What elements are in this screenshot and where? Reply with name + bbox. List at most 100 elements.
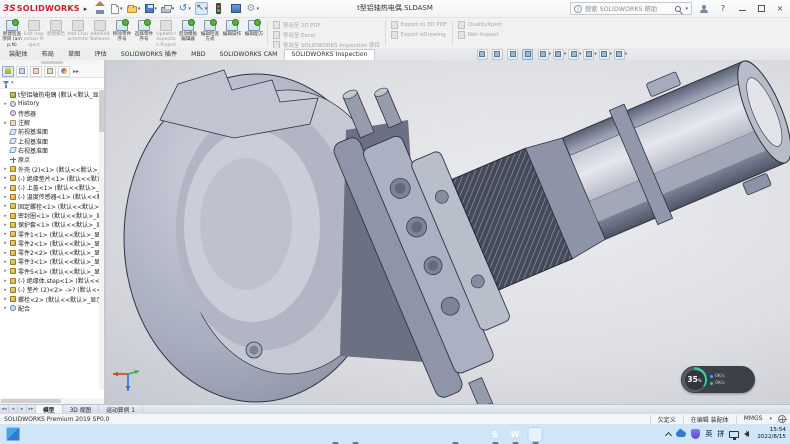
tree-item[interactable]: ▸ 螺栓<2> (默认<<默认>_显示状态 [0,295,104,304]
tree-item[interactable]: t型铝轴热电偶 (默认<默认_显示状态-1 [0,90,104,99]
tree-item[interactable]: 上视基准面 [0,136,104,145]
security-shield-icon[interactable] [691,429,700,439]
tab-scroll-right-icon[interactable]: ▸ [18,405,27,413]
tree-item[interactable]: ▸ 零件3<1> (默认<<默认>_显示状态 [0,257,104,266]
rebuild-button[interactable] [212,2,225,15]
command-tab[interactable]: 装配体 [2,47,35,60]
tree-item[interactable]: ▸ 零件5<1> (默认<<默认>_显示状态 [0,267,104,276]
save-button[interactable]: ▾ [144,2,157,15]
onedrive-tray-icon[interactable] [676,431,686,437]
print-button[interactable]: ▾ [161,2,174,15]
display-style-icon[interactable] [553,49,564,60]
expand-arrow-icon[interactable]: ▸ [3,194,8,200]
tab-dimxpert-manager[interactable] [44,66,56,77]
ime-indicator[interactable]: 拼 [717,429,724,439]
expand-arrow-icon[interactable]: ▸ [3,203,8,209]
hud-caret-icon[interactable]: ▾ [549,52,551,57]
tree-item[interactable]: ▸ 固定螺栓<1> (默认<<默认>_显示状 [0,202,104,211]
tab-display-manager[interactable] [58,66,70,77]
taskbar-app-icon[interactable] [388,427,403,442]
tab-property-manager[interactable] [16,66,28,77]
tab-scroll-left-icon[interactable]: ◂ [9,405,18,413]
command-tab[interactable]: 评估 [87,47,113,60]
search-input[interactable]: i 搜索 SOLIDWORKS 帮助 ▾ [570,2,692,15]
tree-item[interactable]: ▸ (-) 垫片 (2)<2> ->? (默认<<默认>_显 [0,285,104,294]
menu-flyout-icon[interactable]: ▸ [84,5,88,13]
export-menu-item[interactable]: Export to 3D PDF [391,21,447,29]
hide-show-items-icon[interactable] [568,49,579,60]
open-document-button[interactable]: ▾ [127,2,140,15]
export-menu-item[interactable]: 导出至 Excel [273,31,380,39]
export-menu-item[interactable]: 导出至 2D PDF [273,21,380,29]
view-orientation-icon[interactable] [538,49,549,60]
tree-item[interactable]: ▸ 零件2<2> (默认<<默认>_显示状态 [0,248,104,257]
taskbar-app-icon[interactable] [288,427,303,442]
taskbar-app-icon[interactable]: W [508,427,523,442]
export-menu-item[interactable]: Export eDrawing [391,31,447,39]
assembly-model[interactable] [106,60,790,404]
tab-scroll-first-icon[interactable]: ◂◂ [0,405,9,413]
ribbon-button[interactable]: 新建报告 [45,19,67,48]
undo-button[interactable]: ↺▾ [178,2,191,15]
apply-scene-icon[interactable] [599,49,610,60]
expand-arrow-icon[interactable]: ▸ [3,305,8,311]
expand-arrow-icon[interactable]: ▸ [3,166,8,172]
tree-item[interactable]: ▸ (-) 绝缘体.step<1> (默认<<默认>_显 [0,276,104,285]
globe-icon[interactable] [778,415,786,423]
document-tab[interactable]: 3D 视图 [63,405,100,413]
tree-item[interactable]: ▸ 外壳 (2)<1> (默认<<默认>_显示状态 [0,164,104,173]
search-scope-icon[interactable]: i [574,5,582,13]
taskbar-app-icon[interactable] [368,427,383,442]
expand-arrow-icon[interactable]: ▸ [3,240,8,246]
tree-item[interactable]: ▸ History [0,99,104,108]
volume-icon[interactable] [744,431,749,437]
hud-caret-icon[interactable]: ▾ [579,52,581,57]
document-tab[interactable]: 模型 [36,405,63,413]
command-tab[interactable]: SOLIDWORKS 插件 [114,47,184,60]
tree-item[interactable]: 右视基准面 [0,146,104,155]
quality-menu-item[interactable]: Net-Inspect [458,31,502,39]
help-button[interactable]: ? [716,2,730,15]
zoom-to-fit-icon[interactable] [477,49,488,60]
widgets-button[interactable] [6,427,20,441]
taskbar-app-icon[interactable] [348,427,363,442]
expand-arrow-icon[interactable]: ▸ [3,222,8,228]
document-tab[interactable]: 运动算例 1 [99,405,143,413]
taskbar-app-icon[interactable] [328,427,343,442]
expand-arrow-icon[interactable]: ▸ [3,250,8,256]
taskbar-app-icon[interactable] [268,427,283,442]
expand-arrow-icon[interactable]: ▸ [3,101,8,107]
hud-caret-icon[interactable]: ▾ [564,52,566,57]
ribbon-button[interactable]: Update Inspection Project [155,19,177,48]
tree-item[interactable]: ▸ (-) 温度传感器<1> (默认<<默认>_显 [0,192,104,201]
tree-item[interactable]: ▸ 密封圈<1> (默认<<默认>_显示状态 [0,211,104,220]
taskbar-app-icon[interactable] [408,427,423,442]
network-display-icon[interactable] [729,431,739,438]
zoom-to-area-icon[interactable] [492,49,503,60]
manager-tabs-overflow-icon[interactable]: ▸▸ [73,68,79,75]
tree-item[interactable]: 前视基准面 [0,127,104,136]
previous-view-icon[interactable] [507,49,518,60]
minimize-button[interactable] [735,2,749,15]
taskbar-app-icon[interactable] [428,427,443,442]
expand-arrow-icon[interactable]: ▸ [3,175,8,181]
close-button[interactable]: × [773,2,787,15]
expand-arrow-icon[interactable]: ▸ [3,278,8,284]
taskbar-app-icon[interactable] [528,427,543,442]
ribbon-button[interactable]: 启动模板编辑器 [177,19,199,48]
tab-feature-tree[interactable] [2,66,14,77]
tree-item[interactable]: 原点 [0,155,104,164]
taskbar-app-icon[interactable] [448,427,463,442]
file-properties-button[interactable] [229,2,242,15]
system-monitor-ball[interactable]: 35% 0K/s 0K/s [681,366,755,393]
expand-arrow-icon[interactable]: ▸ [3,287,8,293]
ribbon-button[interactable]: Edit Inspection Project [23,19,45,48]
taskbar-app-icon[interactable] [468,427,483,442]
ribbon-button[interactable]: Add/Edit Balloons [89,19,111,48]
quality-menu-item[interactable]: QualityXpert [458,21,502,29]
expand-arrow-icon[interactable]: ▸ [3,231,8,237]
command-tab[interactable]: MBD [184,49,212,60]
ribbon-button[interactable]: 编辑配方 [243,19,265,48]
select-tool-button[interactable]: ↖▾ [195,2,208,15]
login-button[interactable] [697,2,711,15]
